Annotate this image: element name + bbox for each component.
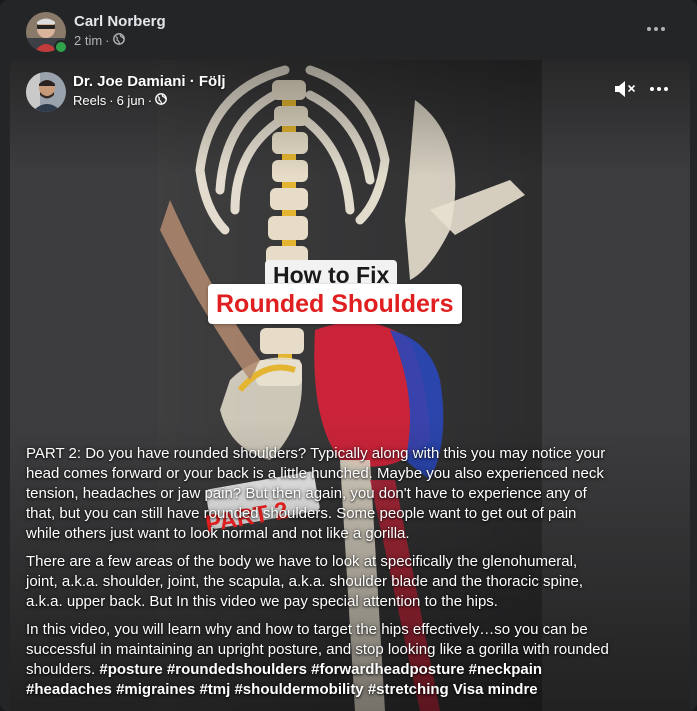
post-meta: 2 tim ·	[74, 33, 125, 48]
hashtag-link[interactable]: #tmj	[199, 681, 230, 698]
hashtag-link[interactable]: #migraines	[116, 681, 195, 698]
follow-separator: ·	[189, 73, 199, 90]
caption-paragraph: PART 2: Do you have rounded shoulders? T…	[26, 445, 606, 542]
reel-caption: PART 2: Do you have rounded shoulders? T…	[26, 444, 611, 708]
hashtag-link[interactable]: #neckpain	[469, 661, 542, 678]
meta-separator: ·	[109, 93, 114, 108]
speaker-muted-icon[interactable]	[610, 74, 640, 104]
hashtag-link[interactable]: #posture	[99, 661, 162, 678]
globe-icon	[112, 33, 125, 48]
caption-paragraph: There are a few areas of the body we hav…	[26, 553, 584, 610]
reel-video[interactable]: Dr. Joe Damiani · Följ Reels · 6 jun · H…	[10, 60, 690, 711]
hashtag-link[interactable]: #stretching	[368, 681, 449, 698]
reel-more-options-icon[interactable]	[644, 74, 674, 104]
globe-icon	[155, 93, 168, 108]
post-time[interactable]: 2 tim	[74, 33, 102, 48]
hashtag-link[interactable]: #headaches	[26, 681, 112, 698]
author-name[interactable]: Carl Norberg	[74, 13, 166, 30]
hashtag-link[interactable]: #forwardheadposture	[311, 661, 464, 678]
reel-author-line: Dr. Joe Damiani · Följ	[73, 73, 226, 90]
reel-date[interactable]: 6 jun	[117, 93, 145, 108]
overlay-title-line2: Rounded Shoulders	[208, 284, 462, 324]
reel-author-name[interactable]: Dr. Joe Damiani	[73, 73, 186, 90]
reel-author-avatar[interactable]	[26, 72, 66, 112]
post-card: Carl Norberg 2 tim · Dr. Joe Damiani · F…	[0, 0, 697, 711]
hashtag-link[interactable]: #roundedshoulders	[167, 661, 307, 678]
more-options-icon[interactable]	[638, 11, 674, 47]
online-status-dot	[54, 40, 68, 54]
reels-link[interactable]: Reels	[73, 93, 106, 108]
hashtag-link[interactable]: #shouldermobility	[234, 681, 363, 698]
follow-button[interactable]: Följ	[199, 73, 226, 90]
meta-separator: ·	[105, 33, 110, 48]
meta-separator: ·	[147, 93, 153, 108]
reel-meta: Reels · 6 jun ·	[73, 93, 168, 108]
caption-paragraph: In this video, you will learn why and ho…	[26, 620, 611, 700]
post-header: Carl Norberg 2 tim ·	[0, 0, 697, 60]
see-less-link[interactable]: Visa mindre	[453, 681, 538, 698]
